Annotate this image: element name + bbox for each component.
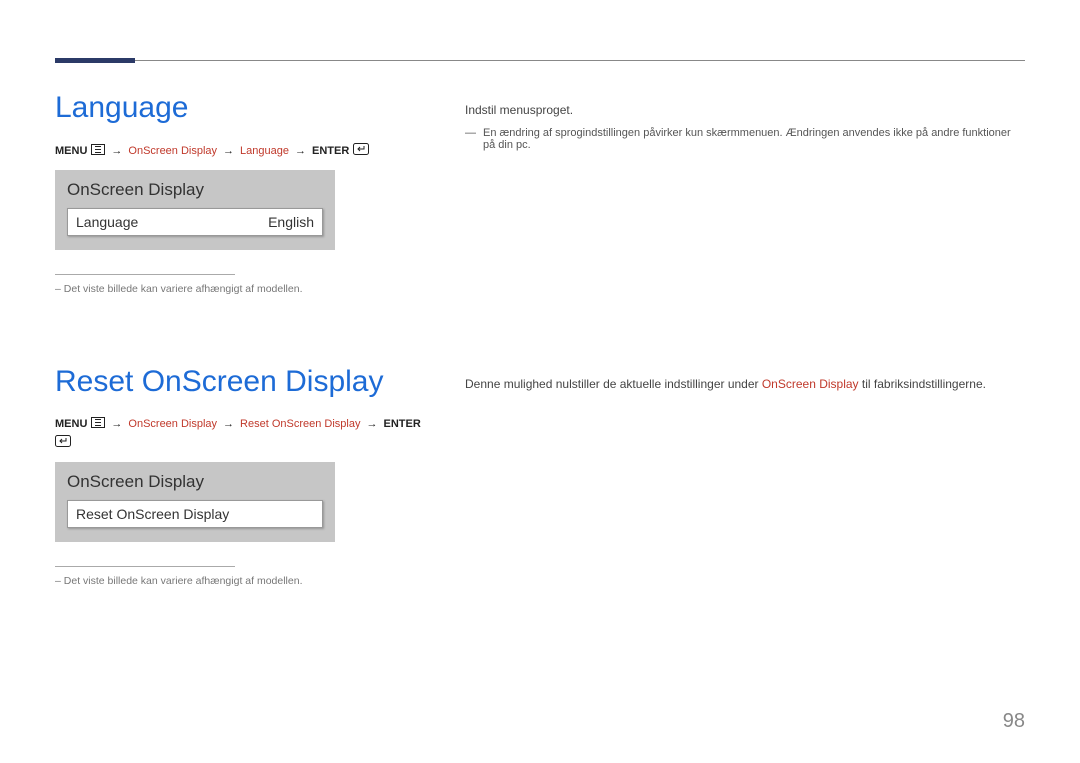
desc-post: til fabriksindstillingerne. — [859, 377, 986, 391]
ui-row-label: Reset OnScreen Display — [76, 506, 229, 522]
arrow-icon: → — [367, 418, 378, 430]
enter-icon — [55, 435, 71, 450]
ui-row-reset-osd[interactable]: Reset OnScreen Display — [67, 500, 323, 528]
thin-rule — [55, 566, 235, 567]
breadcrumb-path-2: Reset OnScreen Display — [240, 418, 360, 430]
arrow-icon: → — [111, 418, 122, 430]
thin-rule — [55, 274, 235, 275]
section-desc: Denne mulighed nulstiller de aktuelle in… — [465, 377, 1025, 391]
breadcrumb-language: MENU → OnScreen Display → Language → ENT… — [55, 143, 425, 158]
breadcrumb-enter-label: ENTER — [384, 418, 421, 430]
ui-panel-title: OnScreen Display — [67, 180, 323, 200]
ui-panel-language: OnScreen Display Language English — [55, 170, 335, 250]
enter-icon — [353, 143, 369, 158]
arrow-icon: → — [111, 145, 122, 157]
section-desc: Indstil menusproget. — [465, 103, 1025, 117]
section-title-language: Language — [55, 91, 425, 125]
ui-panel-title: OnScreen Display — [67, 472, 323, 492]
breadcrumb-enter-label: ENTER — [312, 145, 349, 157]
breadcrumb-path-1: OnScreen Display — [128, 145, 217, 157]
desc-highlight: OnScreen Display — [762, 377, 859, 391]
breadcrumb-path-1: OnScreen Display — [128, 418, 217, 430]
page-top-rule-accent — [55, 58, 135, 63]
arrow-icon: → — [223, 418, 234, 430]
desc-pre: Denne mulighed nulstiller de aktuelle in… — [465, 377, 762, 391]
section-title-reset-osd: Reset OnScreen Display — [55, 365, 425, 399]
section-language: Language MENU → OnScreen Display → Langu… — [55, 91, 1025, 295]
breadcrumb-menu-label: MENU — [55, 145, 87, 157]
ui-panel-reset-osd: OnScreen Display Reset OnScreen Display — [55, 462, 335, 542]
model-note: Det viste billede kan variere afhængigt … — [55, 575, 425, 587]
section-reset-osd: Reset OnScreen Display MENU → OnScreen D… — [55, 365, 1025, 587]
menu-icon — [91, 144, 105, 158]
model-note: Det viste billede kan variere afhængigt … — [55, 283, 425, 295]
breadcrumb-menu-label: MENU — [55, 418, 87, 430]
breadcrumb-reset-osd: MENU → OnScreen Display → Reset OnScreen… — [55, 417, 425, 450]
page-top-rule — [55, 60, 1025, 61]
ui-row-language[interactable]: Language English — [67, 208, 323, 236]
ui-row-value: English — [268, 214, 314, 230]
ui-row-label: Language — [76, 214, 138, 230]
arrow-icon: → — [295, 145, 306, 157]
arrow-icon: → — [223, 145, 234, 157]
section-dash-note: En ændring af sprogindstillingen påvirke… — [465, 127, 1025, 151]
breadcrumb-path-2: Language — [240, 145, 289, 157]
page-number: 98 — [1003, 710, 1025, 733]
menu-icon — [91, 417, 105, 431]
